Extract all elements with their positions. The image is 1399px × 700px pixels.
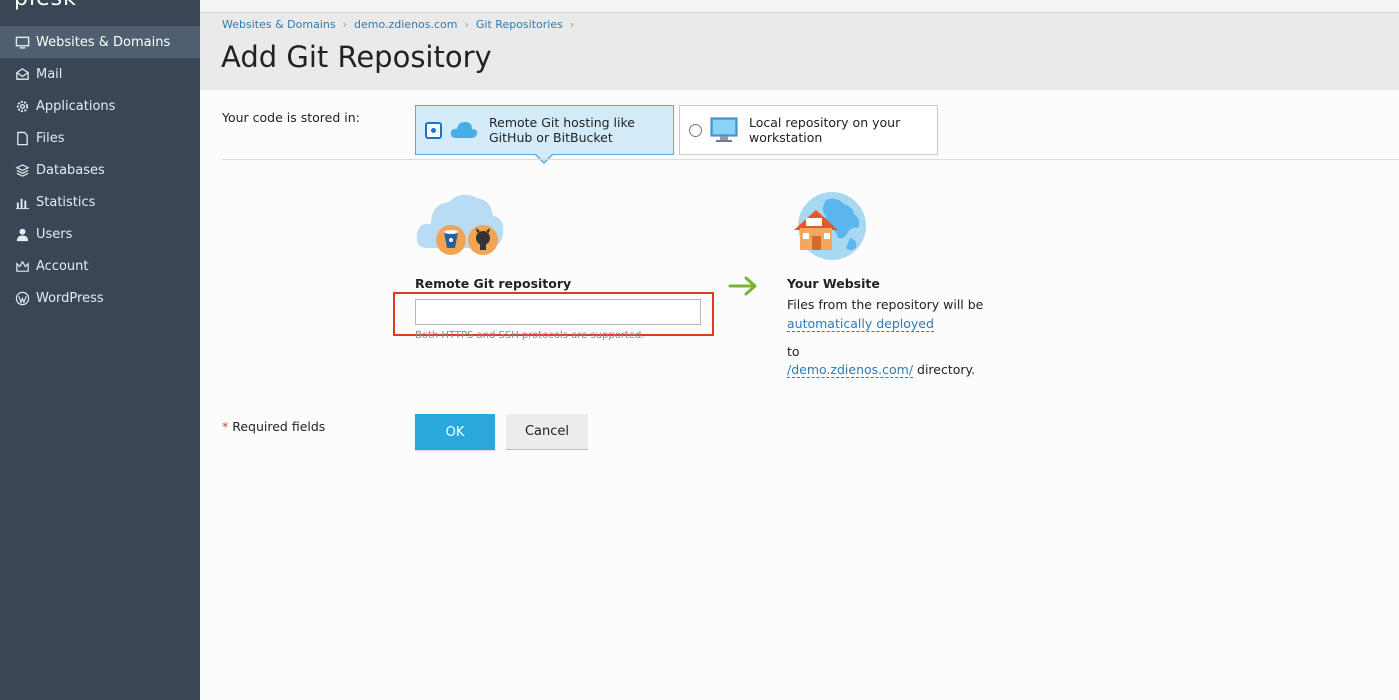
remote-radio[interactable] xyxy=(425,121,442,139)
sidebar: plesk Websites & Domains Mail Applicatio… xyxy=(0,0,200,700)
remote-repo-hint: Both HTTPS and SSH protocols are support… xyxy=(415,330,645,341)
file-icon xyxy=(14,130,30,146)
cloud-icon xyxy=(449,117,479,143)
directory-link[interactable]: /demo.zdienos.com/ xyxy=(787,362,914,378)
plesk-logo: plesk xyxy=(14,0,77,11)
sidebar-item-label: Applications xyxy=(36,98,116,114)
main-content: Your code is stored in: Remote Git hosti… xyxy=(200,90,1399,700)
user-icon xyxy=(14,226,30,242)
sidebar-item-users[interactable]: Users xyxy=(0,218,200,250)
sidebar-item-label: Websites & Domains xyxy=(36,34,171,50)
database-icon xyxy=(14,162,30,178)
directory-line: /demo.zdienos.com/ directory. xyxy=(787,362,976,378)
sidebar-item-wordpress[interactable]: WordPress xyxy=(0,282,200,314)
directory-suffix: directory. xyxy=(913,362,976,377)
option-local-label: Local repository on your workstation xyxy=(749,115,901,145)
mail-icon xyxy=(14,66,30,82)
sidebar-nav: Websites & Domains Mail Applications Fil… xyxy=(0,26,200,314)
remote-repo-label: Remote Git repository xyxy=(415,276,572,291)
wordpress-icon xyxy=(14,290,30,306)
option-local-repo[interactable]: Local repository on your workstation xyxy=(679,105,938,155)
to-text: to xyxy=(787,344,800,359)
required-fields-note: * Required fields xyxy=(222,419,325,434)
chevron-right-icon: › xyxy=(569,18,575,31)
website-globe-icon xyxy=(792,192,868,262)
arrow-right-icon xyxy=(728,276,757,296)
sidebar-item-label: Mail xyxy=(36,66,63,82)
required-text: Required fields xyxy=(228,419,326,434)
bar-chart-icon xyxy=(14,194,30,210)
sidebar-item-applications[interactable]: Applications xyxy=(0,90,200,122)
automatically-deployed-link[interactable]: automatically deployed xyxy=(787,316,934,332)
your-website-title: Your Website xyxy=(787,276,880,291)
sidebar-item-files[interactable]: Files xyxy=(0,122,200,154)
monitor-icon xyxy=(14,34,30,50)
your-website-description: Files from the repository will be xyxy=(787,297,984,312)
sidebar-item-databases[interactable]: Databases xyxy=(0,154,200,186)
gear-icon xyxy=(14,98,30,114)
remote-hosting-illustration xyxy=(415,190,505,260)
option-remote-label: Remote Git hosting like GitHub or BitBuc… xyxy=(489,115,635,145)
breadcrumb-link-git-repositories[interactable]: Git Repositories xyxy=(476,18,563,31)
chevron-right-icon: › xyxy=(464,18,469,31)
section-divider xyxy=(222,159,1399,160)
sidebar-item-label: Users xyxy=(36,226,73,242)
sidebar-item-websites-domains[interactable]: Websites & Domains xyxy=(0,26,200,58)
local-radio[interactable] xyxy=(689,123,702,137)
sidebar-item-account[interactable]: Account xyxy=(0,250,200,282)
account-icon xyxy=(14,258,30,274)
desktop-monitor-icon xyxy=(709,117,739,143)
sidebar-item-statistics[interactable]: Statistics xyxy=(0,186,200,218)
chevron-right-icon: › xyxy=(342,18,347,31)
sidebar-item-label: Databases xyxy=(36,162,105,178)
page-title: Add Git Repository xyxy=(221,40,492,74)
sidebar-item-mail[interactable]: Mail xyxy=(0,58,200,90)
breadcrumb: Websites & Domains › demo.zdienos.com › … xyxy=(222,18,581,31)
sidebar-item-label: WordPress xyxy=(36,290,104,306)
breadcrumb-link-websites-domains[interactable]: Websites & Domains xyxy=(222,18,336,31)
cancel-button[interactable]: Cancel xyxy=(506,414,588,450)
page-header: Websites & Domains › demo.zdienos.com › … xyxy=(200,0,1399,90)
ok-button[interactable]: OK xyxy=(415,414,495,450)
remote-repo-input[interactable] xyxy=(415,299,701,325)
option-remote-git[interactable]: Remote Git hosting like GitHub or BitBuc… xyxy=(415,105,674,155)
stored-in-label: Your code is stored in: xyxy=(222,110,360,125)
sidebar-item-label: Files xyxy=(36,130,65,146)
sidebar-item-label: Statistics xyxy=(36,194,96,210)
breadcrumb-link-domain[interactable]: demo.zdienos.com xyxy=(354,18,458,31)
sidebar-item-label: Account xyxy=(36,258,89,274)
